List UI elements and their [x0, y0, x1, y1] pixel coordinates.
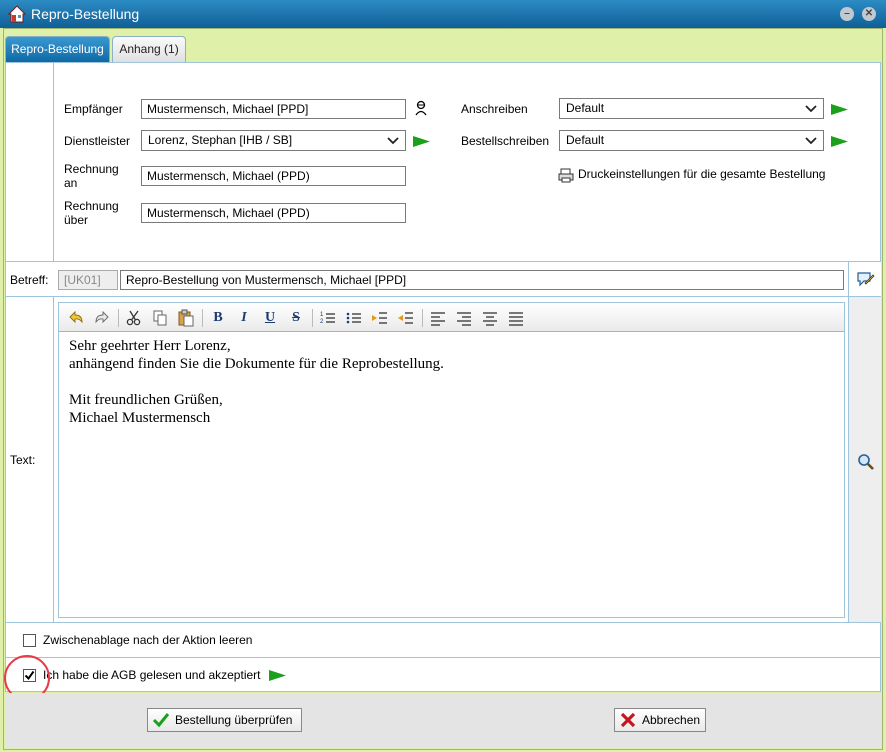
- ordered-list-icon[interactable]: 12: [319, 309, 337, 327]
- betreff-field[interactable]: Repro-Bestellung von Mustermensch, Micha…: [120, 270, 844, 290]
- abbrechen-button[interactable]: Abbrechen: [614, 708, 706, 732]
- window-title: Repro-Bestellung: [31, 6, 140, 22]
- toolbar-separator: [422, 309, 423, 327]
- printer-settings-icon: [558, 168, 574, 183]
- zwischenablage-checkbox[interactable]: [23, 634, 36, 647]
- editor-content[interactable]: Sehr geehrter Herr Lorenz, anhängend fin…: [69, 337, 444, 427]
- svg-text:1: 1: [320, 312, 324, 318]
- paste-icon[interactable]: [177, 309, 195, 327]
- strikethrough-button[interactable]: S: [287, 309, 305, 327]
- rechnung-an-label: Rechnung an: [64, 162, 119, 190]
- betreff-label: Betreff:: [10, 273, 49, 287]
- go-arrow-icon[interactable]: [413, 136, 430, 147]
- minimize-button[interactable]: –: [840, 7, 854, 21]
- text-label: Text:: [10, 453, 36, 467]
- empfaenger-field[interactable]: Mustermensch, Michael [PPD]: [141, 99, 406, 119]
- indent-icon[interactable]: [371, 309, 389, 327]
- zwischenablage-label: Zwischenablage nach der Aktion leeren: [43, 633, 253, 647]
- rechnung-an-field[interactable]: Mustermensch, Michael (PPD): [141, 166, 406, 186]
- divider: [53, 296, 54, 622]
- rich-text-editor: B I U S 12 Sehr geehrter Herr Lorenz, an…: [58, 302, 845, 618]
- divider: [6, 261, 880, 262]
- bestellschreiben-value: Default: [566, 133, 605, 147]
- go-arrow-icon[interactable]: [831, 104, 848, 115]
- rechnung-ueber-field[interactable]: Mustermensch, Michael (PPD): [141, 203, 406, 223]
- betreff-code-field: [UK01]: [58, 270, 118, 290]
- text-action-cell: [849, 297, 881, 622]
- rechnung-an-label-line2: an: [64, 176, 78, 190]
- anschreiben-label: Anschreiben: [461, 102, 528, 116]
- toolbar-separator: [118, 309, 119, 327]
- dienstleister-value: Lorenz, Stephan [IHB / SB]: [148, 133, 293, 147]
- go-arrow-icon[interactable]: [269, 670, 286, 681]
- checkmark-icon: [152, 713, 170, 728]
- dienstleister-select[interactable]: Lorenz, Stephan [IHB / SB]: [141, 130, 406, 151]
- anschreiben-value: Default: [566, 101, 605, 115]
- divider: [6, 622, 880, 623]
- title-bar: Repro-Bestellung – ✕: [0, 0, 886, 28]
- rechnung-ueber-label: Rechnung über: [64, 199, 119, 227]
- toolbar-separator: [202, 309, 203, 327]
- rechnung-ueber-label-line1: Rechnung: [64, 199, 119, 213]
- bestellung-pruefen-label: Bestellung überprüfen: [175, 713, 293, 727]
- bestellschreiben-select[interactable]: Default: [559, 130, 824, 151]
- bold-button[interactable]: B: [209, 309, 227, 327]
- rechnung-ueber-label-line2: über: [64, 213, 89, 227]
- person-picker-icon[interactable]: [414, 100, 428, 116]
- align-right-icon[interactable]: [455, 309, 473, 327]
- outdent-icon[interactable]: [397, 309, 415, 327]
- button-bar: Bestellung überprüfen Abbrechen: [5, 693, 881, 748]
- tab-repro-bestellung[interactable]: Repro-Bestellung: [5, 36, 110, 62]
- undo-icon[interactable]: [67, 309, 85, 327]
- redo-icon[interactable]: [93, 309, 111, 327]
- anschreiben-select[interactable]: Default: [559, 98, 824, 119]
- rechnung-an-label-line1: Rechnung: [64, 162, 119, 176]
- tab-anhang[interactable]: Anhang (1): [112, 36, 186, 62]
- abbrechen-label: Abbrechen: [642, 713, 701, 727]
- chevron-down-icon: [805, 105, 817, 113]
- copy-icon[interactable]: [151, 309, 169, 327]
- toolbar-separator: [312, 309, 313, 327]
- divider: [6, 657, 880, 658]
- chevron-down-icon: [387, 137, 399, 145]
- chevron-down-icon: [805, 137, 817, 145]
- align-center-icon[interactable]: [481, 309, 499, 327]
- main-panel: Empfänger Mustermensch, Michael [PPD] Di…: [5, 62, 881, 692]
- svg-text:2: 2: [320, 319, 324, 325]
- cut-icon[interactable]: [125, 309, 143, 327]
- dienstleister-label: Dienstleister: [64, 134, 131, 148]
- edit-subject-icon[interactable]: [856, 270, 875, 288]
- druckeinstellungen-label: Druckeinstellungen für die gesamte Beste…: [578, 167, 826, 181]
- editor-toolbar: B I U S 12: [59, 303, 844, 332]
- align-left-icon[interactable]: [429, 309, 447, 327]
- agb-label: Ich habe die AGB gelesen und akzeptiert: [43, 668, 261, 682]
- bestellschreiben-label: Bestellschreiben: [461, 134, 550, 148]
- betreff-action-cell: [849, 262, 881, 296]
- bestellung-pruefen-button[interactable]: Bestellung überprüfen: [147, 708, 302, 732]
- close-button[interactable]: ✕: [862, 7, 876, 21]
- justify-icon[interactable]: [507, 309, 525, 327]
- divider: [6, 296, 880, 297]
- home-icon: [8, 5, 26, 23]
- empfaenger-label: Empfänger: [64, 102, 123, 116]
- go-arrow-icon[interactable]: [831, 136, 848, 147]
- underline-button[interactable]: U: [261, 309, 279, 327]
- bullet-list-icon[interactable]: [345, 309, 363, 327]
- italic-button[interactable]: I: [235, 309, 253, 327]
- cancel-x-icon: [620, 712, 636, 728]
- search-icon[interactable]: [857, 453, 874, 470]
- divider: [53, 63, 54, 261]
